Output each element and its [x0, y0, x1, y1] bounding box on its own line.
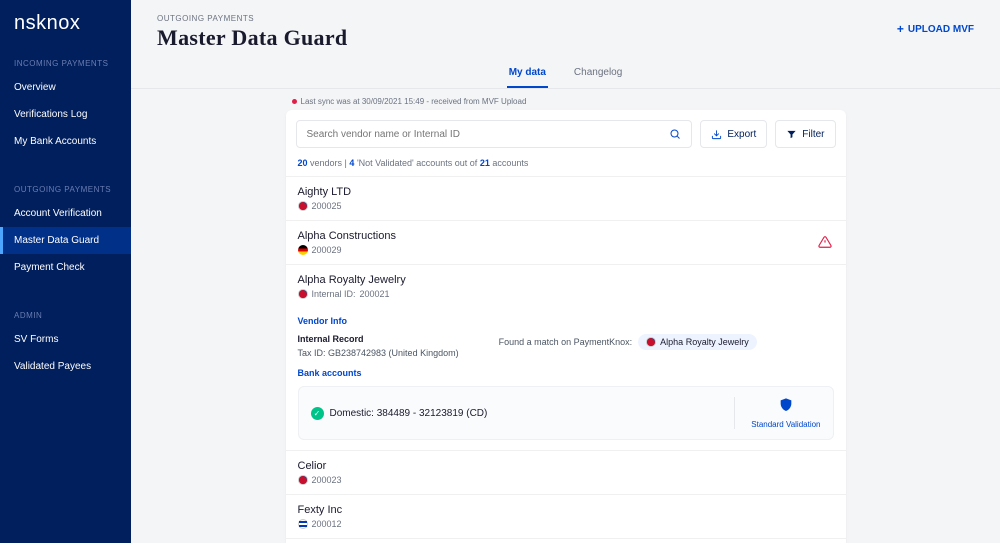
vendor-id: 200023	[312, 475, 342, 485]
validation-badge[interactable]: Standard Validation	[734, 397, 820, 429]
vendor-id: 200021	[360, 289, 390, 299]
search-input[interactable]	[307, 129, 670, 140]
vendor-id-prefix: Internal ID:	[312, 289, 356, 299]
filter-label: Filter	[802, 129, 824, 140]
sync-dot-icon	[292, 99, 297, 104]
vendor-name: Alpha Royalty Jewelry	[298, 274, 834, 286]
shield-icon	[778, 397, 794, 413]
vendor-row[interactable]: Celior 200023	[286, 450, 846, 494]
bank-accounts-section: Bank accounts ✓ Domestic: 384489 - 32123…	[286, 368, 846, 450]
flag-uk-icon	[646, 337, 656, 347]
nav-item-overview[interactable]: Overview	[0, 74, 131, 101]
nav-item-payment-check[interactable]: Payment Check	[0, 254, 131, 281]
detail-heading-vendor-info: Vendor Info	[298, 316, 834, 326]
tax-id-value: Tax ID: GB238742983 (United Kingdom)	[298, 348, 459, 358]
sidebar: nsknox INCOMING PAYMENTS Overview Verifi…	[0, 0, 131, 543]
vendor-name: Aighty LTD	[298, 186, 834, 198]
sync-status: Last sync was at 30/09/2021 15:49 - rece…	[292, 97, 846, 106]
export-button[interactable]: Export	[700, 120, 767, 148]
topbar: OUTGOING PAYMENTS Master Data Guard + UP…	[131, 0, 1000, 51]
flag-de-icon	[298, 245, 308, 255]
nav-item-validated-payees[interactable]: Validated Payees	[0, 353, 131, 380]
match-value: Alpha Royalty Jewelry	[660, 337, 749, 347]
nav-section-outgoing: OUTGOING PAYMENTS	[0, 179, 131, 200]
filter-icon	[786, 129, 797, 140]
search-icon	[669, 128, 681, 140]
vendor-id: 200029	[312, 245, 342, 255]
match-chip[interactable]: Alpha Royalty Jewelry	[638, 334, 757, 350]
upload-mvf-label: UPLOAD MVF	[908, 24, 974, 35]
export-label: Export	[727, 129, 756, 140]
nav-item-my-bank-accounts[interactable]: My Bank Accounts	[0, 128, 131, 155]
flag-uk-icon	[298, 289, 308, 299]
check-circle-icon: ✓	[311, 407, 324, 420]
vendor-row-expanded[interactable]: Alpha Royalty Jewelry Internal ID: 20002…	[286, 264, 846, 308]
flag-uk-icon	[298, 201, 308, 211]
detail-heading-bank: Bank accounts	[298, 368, 834, 378]
tabs: My data Changelog	[131, 61, 1000, 89]
tab-mydata[interactable]: My data	[507, 61, 548, 88]
vendor-id: 200025	[312, 201, 342, 211]
vendor-row[interactable]: Aighty LTD 200025	[286, 176, 846, 220]
nav-item-account-verification[interactable]: Account Verification	[0, 200, 131, 227]
upload-mvf-button[interactable]: + UPLOAD MVF	[897, 22, 974, 36]
page-title: Master Data Guard	[157, 25, 347, 51]
flag-uk-icon	[298, 475, 308, 485]
summary-line: 20 vendors | 4 'Not Validated' accounts …	[286, 158, 846, 176]
logo: nsknox	[0, 12, 131, 53]
vendor-name: Fexty Inc	[298, 504, 834, 516]
vendor-name: Celior	[298, 460, 834, 472]
breadcrumb: OUTGOING PAYMENTS	[157, 14, 347, 23]
nav-item-sv-forms[interactable]: SV Forms	[0, 326, 131, 353]
main: OUTGOING PAYMENTS Master Data Guard + UP…	[131, 0, 1000, 543]
nav-item-verifications-log[interactable]: Verifications Log	[0, 101, 131, 128]
nav-section-admin: ADMIN	[0, 305, 131, 326]
validation-label: Standard Validation	[751, 420, 820, 429]
match-label: Found a match on PaymentKnox:	[499, 337, 633, 347]
vendor-row[interactable]: Alpha Constructions 200029	[286, 220, 846, 264]
vendor-row[interactable]: Fexty Inc 200012	[286, 494, 846, 538]
vendor-row[interactable]: Forolv	[286, 538, 846, 543]
nav-item-master-data-guard[interactable]: Master Data Guard	[0, 227, 131, 254]
warning-icon	[818, 235, 832, 254]
tab-changelog[interactable]: Changelog	[572, 61, 624, 88]
internal-record-label: Internal Record	[298, 334, 459, 344]
download-icon	[711, 129, 722, 140]
main-card: Export Filter 20 vendors | 4 'Not Valida…	[286, 110, 846, 543]
flag-il-icon	[298, 519, 308, 529]
nav-section-incoming: INCOMING PAYMENTS	[0, 53, 131, 74]
bank-account-card[interactable]: ✓ Domestic: 384489 - 32123819 (CD) Stand…	[298, 386, 834, 440]
filter-button[interactable]: Filter	[775, 120, 835, 148]
search-box[interactable]	[296, 120, 693, 148]
plus-icon: +	[897, 22, 904, 36]
vendor-name: Alpha Constructions	[298, 230, 834, 242]
vendor-id: 200012	[312, 519, 342, 529]
vendor-detail: Vendor Info Internal Record Tax ID: GB23…	[286, 308, 846, 368]
bank-line: Domestic: 384489 - 32123819 (CD)	[330, 408, 488, 419]
